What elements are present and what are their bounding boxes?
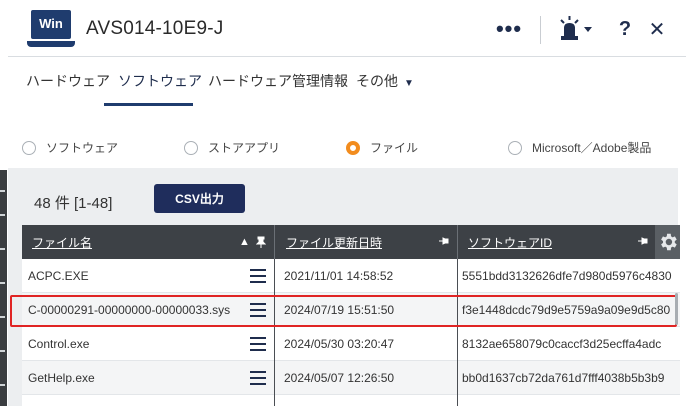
column-divider <box>274 259 275 406</box>
edge-mark <box>0 282 5 284</box>
background-window-dark <box>0 170 7 406</box>
windows-pc-icon: Win <box>27 10 75 52</box>
header-divider <box>540 16 541 44</box>
table-row[interactable]: Control.exe 2024/05/30 03:20:47 8132ae65… <box>22 327 680 361</box>
file-table: ファイル名 ▲ ファイル更新日時 ソフトウェアID ACPC.EXE 2021/… <box>22 225 680 406</box>
column-divider[interactable] <box>457 225 458 259</box>
column-header-software-id[interactable]: ソフトウェアID <box>468 225 628 259</box>
radio-software[interactable]: ソフトウェア <box>22 139 118 156</box>
radio-button-selected-icon <box>346 140 360 155</box>
laptop-base <box>27 41 75 47</box>
radio-store-apps[interactable]: ストアアプリ <box>184 139 280 156</box>
edge-mark <box>0 316 5 318</box>
alarm-light-icon <box>560 16 592 40</box>
pin-icon[interactable] <box>439 236 451 249</box>
radio-button-icon <box>508 140 522 155</box>
column-header-label: ファイル名 <box>32 235 93 250</box>
radio-button-icon <box>184 140 198 155</box>
edge-mark <box>0 384 5 386</box>
edge-mark <box>0 350 5 352</box>
radio-label: ソフトウェア <box>46 141 119 155</box>
column-settings-button[interactable] <box>655 225 680 259</box>
updated-cell: 2024/05/30 03:20:47 <box>284 337 395 351</box>
table-row[interactable]: GetHelp.exe 2024/05/07 12:26:50 bb0d1637… <box>22 361 680 395</box>
category-radio-group: ソフトウェア ストアアプリ ファイル Microsoft／Adobe製品 <box>8 124 686 168</box>
more-options-button[interactable]: ••• <box>494 14 524 44</box>
tab-hardware[interactable]: ハードウェア <box>26 71 110 91</box>
software-id-cell: 8132ae658079c0caccf3d25ecffa4adc <box>462 337 662 351</box>
updated-cell: 2024/07/19 15:51:50 <box>284 303 395 317</box>
column-divider[interactable] <box>274 225 275 259</box>
table-header: ファイル名 ▲ ファイル更新日時 ソフトウェアID <box>22 225 680 259</box>
edge-mark <box>0 214 5 216</box>
updated-cell: 2021/11/01 14:58:52 <box>284 269 394 283</box>
result-count: 48 件 [1-48] <box>34 195 113 212</box>
results-area: 48 件 [1-48] CSV出力 ファイル名 ▲ ファイル更新日時 ソフトウェ… <box>8 168 680 406</box>
pin-icon[interactable] <box>255 236 267 251</box>
radio-label: Microsoft／Adobe製品 <box>532 141 652 155</box>
radio-files[interactable]: ファイル <box>346 139 418 156</box>
active-tab-indicator <box>104 103 193 106</box>
pin-icon[interactable] <box>638 236 650 249</box>
tab-software[interactable]: ソフトウェア <box>118 71 202 91</box>
sort-asc-icon[interactable]: ▲ <box>239 236 250 248</box>
file-name-cell: Control.exe <box>28 337 90 351</box>
table-row[interactable]: C-00000291-00000000-00000033.sys 2024/07… <box>22 293 680 327</box>
row-menu-icon[interactable] <box>250 371 266 385</box>
row-menu-icon[interactable] <box>250 337 266 351</box>
radio-label: ファイル <box>370 141 419 155</box>
csv-export-button[interactable]: CSV出力 <box>154 184 245 213</box>
table-scrollbar[interactable] <box>675 293 678 325</box>
file-name-cell: C-00000291-00000000-00000033.sys <box>28 303 231 317</box>
caret-down-icon: ▼ <box>404 78 414 89</box>
edge-mark <box>0 190 5 192</box>
radio-label: ストアアプリ <box>208 141 281 155</box>
radio-microsoft-adobe[interactable]: Microsoft／Adobe製品 <box>508 139 651 156</box>
tab-other-label: その他 <box>356 73 398 89</box>
software-id-cell: f3e1448dcdc79d9e5759a9a09e9d5c80 <box>462 303 671 317</box>
tab-other[interactable]: その他 ▼ <box>356 71 414 91</box>
tab-hardware-management[interactable]: ハードウェア管理情報 <box>208 71 348 91</box>
row-menu-icon[interactable] <box>250 303 266 317</box>
os-badge: Win <box>31 10 71 39</box>
close-button[interactable]: ✕ <box>646 14 668 44</box>
column-header-updated[interactable]: ファイル更新日時 <box>286 225 436 259</box>
pin-glyph <box>638 237 648 245</box>
software-id-cell: 5551bdd3132626dfe7d980d5976c4830 <box>462 269 672 283</box>
help-button[interactable]: ? <box>614 14 636 44</box>
column-header-file-name[interactable]: ファイル名 <box>32 225 232 259</box>
table-row[interactable]: ACPC.EXE 2021/11/01 14:58:52 5551bdd3132… <box>22 259 680 293</box>
column-header-label: ソフトウェアID <box>468 235 553 250</box>
updated-cell: 2024/05/07 12:26:50 <box>284 371 395 385</box>
alert-menu-button[interactable] <box>556 14 596 44</box>
panel-header: Win AVS014-10E9-J ••• ? ✕ <box>8 0 686 57</box>
gear-icon <box>660 233 677 251</box>
tab-bar: ハードウェア ソフトウェア ハードウェア管理情報 その他 ▼ <box>8 57 686 107</box>
column-divider <box>457 259 458 406</box>
device-name: AVS014-10E9-J <box>86 18 224 39</box>
file-name-cell: ACPC.EXE <box>28 269 89 283</box>
column-header-label: ファイル更新日時 <box>286 235 383 250</box>
edge-mark <box>0 248 5 250</box>
pin-glyph <box>255 236 267 248</box>
radio-button-icon <box>22 140 36 155</box>
software-id-cell: bb0d1637cb72da761d7fff4038b5b3b9 <box>462 371 665 385</box>
file-name-cell: GetHelp.exe <box>28 371 95 385</box>
background-window-edge <box>0 0 7 406</box>
row-menu-icon[interactable] <box>250 269 266 283</box>
pin-glyph <box>439 237 449 245</box>
